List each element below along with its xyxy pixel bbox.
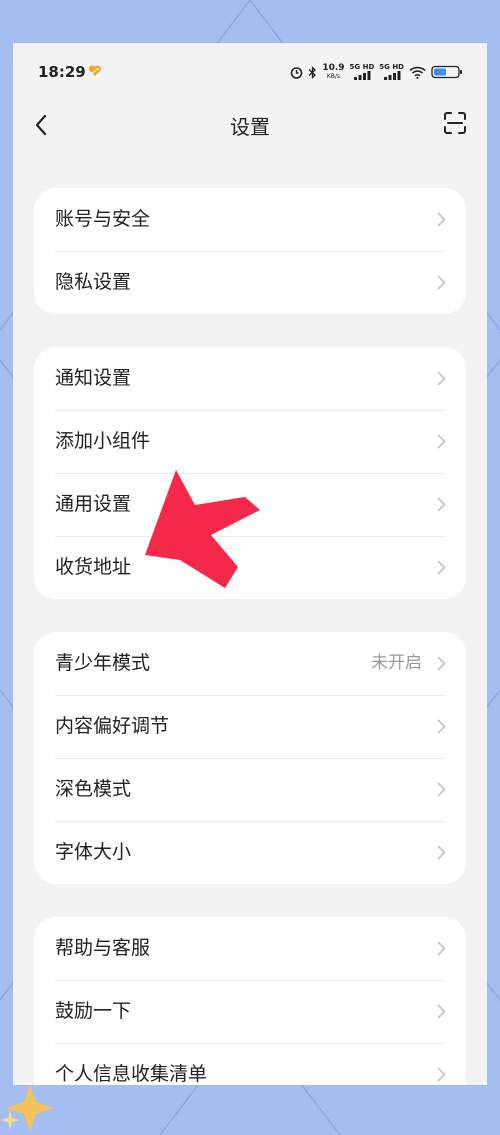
status-icons: 10.9 KB/s 5G HD 5G HD	[290, 61, 463, 83]
navigation-bar: 设置	[13, 101, 487, 149]
scan-icon[interactable]	[443, 111, 467, 135]
sparkle-decoration	[0, 1085, 54, 1132]
speed-unit: KB/s	[326, 73, 341, 80]
settings-item-font-size[interactable]: 字体大小	[34, 821, 466, 884]
battery-icon	[431, 65, 462, 79]
settings-item-general[interactable]: 通用设置	[34, 473, 466, 536]
chevron-right-icon	[437, 845, 446, 860]
page-title: 设置	[230, 115, 270, 139]
chevron-right-icon	[437, 719, 446, 734]
chevron-right-icon	[437, 941, 446, 956]
chevron-right-icon	[437, 212, 446, 227]
settings-item-shipping-address[interactable]: 收货地址	[34, 536, 466, 599]
settings-item-add-widget[interactable]: 添加小组件	[34, 410, 466, 473]
item-label: 个人信息收集清单	[55, 1063, 208, 1085]
item-label: 通用设置	[55, 493, 132, 515]
settings-item-teen-mode[interactable]: 青少年模式 未开启	[34, 632, 466, 695]
item-label: 鼓励一下	[55, 1000, 132, 1022]
settings-group-display: 青少年模式 未开启 内容偏好调节 深色模式 字体大小	[34, 632, 466, 884]
chevron-right-icon	[437, 1004, 446, 1019]
settings-group-general: 通知设置 添加小组件 通用设置 收货地址	[34, 347, 466, 599]
chevron-right-icon	[437, 434, 446, 449]
item-label: 收货地址	[55, 556, 132, 578]
wifi-icon	[409, 66, 426, 79]
signal-icon	[353, 71, 371, 80]
item-label: 字体大小	[55, 841, 132, 863]
phone-screen: 18:29 10.9 KB/s 5G HD 5G HD 设置 账号与安全 隐私设…	[13, 43, 487, 1085]
settings-item-notifications[interactable]: 通知设置	[34, 347, 466, 410]
item-label: 添加小组件	[55, 430, 151, 452]
alarm-icon	[291, 66, 303, 79]
status-bar: 18:29 10.9 KB/s 5G HD 5G HD	[13, 43, 487, 101]
chevron-right-icon	[437, 656, 446, 671]
item-label: 青少年模式	[55, 652, 151, 674]
item-label: 内容偏好调节	[55, 715, 170, 737]
item-label: 隐私设置	[55, 271, 132, 293]
settings-item-encourage[interactable]: 鼓励一下	[34, 980, 466, 1043]
settings-item-personal-info-list[interactable]: 个人信息收集清单	[34, 1043, 466, 1085]
network-speed: 10.9 KB/s	[322, 63, 345, 81]
sim2-label: 5G HD	[379, 63, 404, 71]
speed-value: 10.9	[322, 63, 345, 73]
settings-item-account-security[interactable]: 账号与安全	[34, 188, 466, 251]
sim2-signal: 5G HD	[379, 64, 404, 80]
teen-mode-status: 未开启	[371, 653, 422, 673]
sim1-label: 5G HD	[349, 63, 375, 71]
item-label: 账号与安全	[55, 208, 151, 230]
bluetooth-icon	[308, 65, 317, 79]
settings-item-content-preference[interactable]: 内容偏好调节	[34, 695, 466, 758]
chevron-right-icon	[437, 497, 446, 512]
chevron-right-icon	[437, 560, 446, 575]
settings-item-help-support[interactable]: 帮助与客服	[34, 917, 466, 980]
status-time: 18:29	[38, 63, 86, 81]
item-label: 帮助与客服	[55, 937, 151, 959]
chevron-right-icon	[437, 371, 446, 386]
signal-icon	[383, 71, 401, 80]
settings-group-account: 账号与安全 隐私设置	[34, 188, 466, 314]
chevron-right-icon	[437, 275, 446, 290]
item-label: 通知设置	[55, 367, 132, 389]
settings-group-help: 帮助与客服 鼓励一下 个人信息收集清单	[34, 917, 466, 1085]
chevron-right-icon	[437, 782, 446, 797]
item-label: 深色模式	[55, 778, 132, 800]
settings-item-privacy[interactable]: 隐私设置	[34, 251, 466, 314]
heart-icon	[88, 65, 102, 76]
settings-item-dark-mode[interactable]: 深色模式	[34, 758, 466, 821]
chevron-right-icon	[437, 1067, 446, 1082]
sim1-signal: 5G HD	[349, 63, 375, 80]
